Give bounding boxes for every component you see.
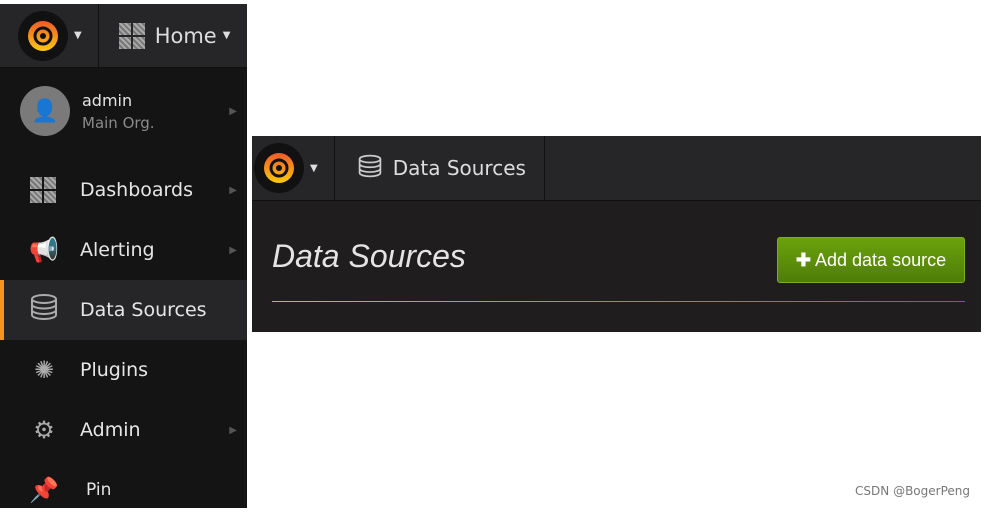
plus-icon: ✚ — [795, 249, 811, 270]
caret-down-icon: ▼ — [222, 30, 231, 41]
menu-item-data-sources[interactable]: Data Sources — [0, 280, 247, 340]
data-sources-page-screenshot: ▼ Data Sources Data Sources ✚ Add data s… — [252, 135, 981, 332]
dashboards-grid-icon — [118, 22, 145, 49]
avatar: 👤 — [20, 86, 70, 136]
divider — [543, 135, 545, 201]
dashboards-grid-icon — [30, 177, 56, 203]
menu-label: Dashboards — [80, 179, 193, 201]
menu-item-dashboards[interactable]: Dashboards ▶ — [0, 160, 247, 220]
gears-icon: ⚙ — [33, 416, 55, 444]
divider — [97, 3, 99, 68]
top-navbar: ▼ Data Sources — [252, 135, 981, 201]
user-profile[interactable]: 👤 admin Main Org. — [20, 86, 155, 136]
add-button-label: Add data source — [815, 249, 947, 270]
database-icon — [357, 153, 383, 184]
home-label: Home — [154, 23, 217, 48]
caret-down-icon[interactable]: ▼ — [74, 30, 82, 41]
user-name: admin — [82, 90, 133, 110]
pin-icon: 📌 — [29, 476, 59, 504]
menu-item-plugins[interactable]: ✺ Plugins — [0, 340, 247, 400]
chevron-right-icon: ▶ — [229, 106, 237, 117]
org-name: Main Org. — [82, 113, 155, 132]
home-dashboard-picker[interactable]: Home ▼ — [118, 22, 231, 49]
menu-item-admin[interactable]: ⚙ Admin ▶ — [0, 400, 247, 460]
plugins-icon: ✺ — [33, 356, 55, 384]
top-navbar: ▼ Home ▼ — [0, 3, 247, 68]
grafana-logo-icon[interactable] — [254, 143, 304, 193]
caret-down-icon[interactable]: ▼ — [310, 163, 318, 174]
add-data-source-button[interactable]: ✚ Add data source — [777, 237, 965, 283]
header-divider — [272, 301, 965, 302]
megaphone-icon: 📢 — [29, 236, 59, 264]
menu-label: Alerting — [80, 239, 155, 261]
chevron-right-icon: ▶ — [229, 184, 237, 196]
chevron-right-icon: ▶ — [229, 424, 237, 436]
side-menu-screenshot: ▼ Home ▼ 👤 admin Main Org. ▶ Dashboards … — [0, 3, 247, 508]
menu-label: Plugins — [80, 359, 149, 381]
menu-item-pin[interactable]: 📌 Pin — [0, 460, 247, 520]
watermark: CSDN @BogerPeng — [855, 484, 970, 498]
database-icon — [26, 292, 62, 328]
breadcrumb[interactable]: Data Sources — [335, 136, 544, 201]
breadcrumb-label: Data Sources — [392, 156, 526, 180]
chevron-right-icon: ▶ — [229, 244, 237, 256]
menu-item-alerting[interactable]: 📢 Alerting ▶ — [0, 220, 247, 280]
menu-label: Data Sources — [80, 299, 207, 321]
page-title: Data Sources — [272, 238, 466, 274]
grafana-logo-icon[interactable] — [18, 10, 68, 61]
menu-label: Pin — [86, 480, 112, 500]
menu-label: Admin — [80, 419, 141, 441]
